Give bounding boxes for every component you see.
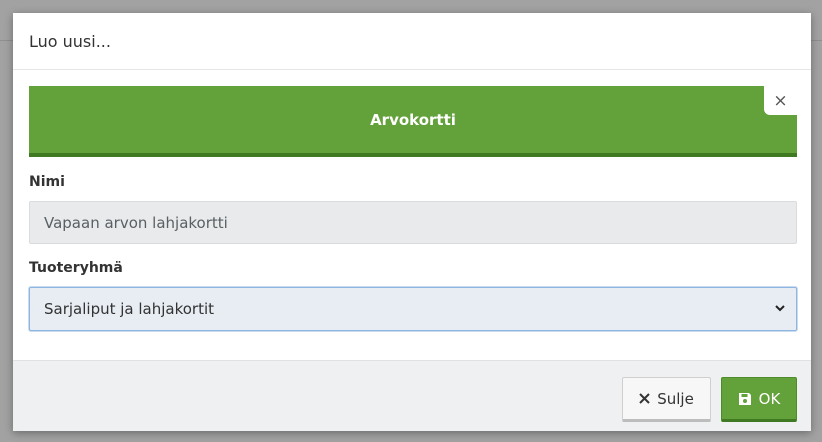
ok-button-label: OK xyxy=(758,389,781,408)
dialog-footer: Sulje OK xyxy=(13,360,811,431)
name-field-value: Vapaan arvon lahjakortti xyxy=(44,213,228,232)
ok-button[interactable]: OK xyxy=(721,377,797,422)
product-card[interactable]: Arvokortti × xyxy=(29,86,797,157)
close-button-label: Sulje xyxy=(657,389,694,408)
save-icon xyxy=(738,392,752,406)
dialog-title: Luo uusi... xyxy=(29,31,111,51)
name-label: Nimi xyxy=(29,174,65,190)
create-dialog: Luo uusi... Arvokortti × Nimi Vapaan arv… xyxy=(13,13,811,431)
product-card-name: Arvokortti xyxy=(370,110,456,129)
product-group-value: Sarjaliput ja lahjakortit xyxy=(44,300,215,318)
product-group-label: Tuoteryhmä xyxy=(29,260,123,276)
product-group-select[interactable]: Sarjaliput ja lahjakortit xyxy=(29,287,797,331)
dialog-body: Arvokortti × Nimi Vapaan arvon lahjakort… xyxy=(13,70,811,360)
chevron-down-icon xyxy=(775,305,785,312)
close-button[interactable]: Sulje xyxy=(622,377,711,422)
dialog-header: Luo uusi... xyxy=(13,13,811,70)
card-close-icon[interactable]: × xyxy=(764,86,797,115)
x-icon xyxy=(639,393,650,404)
name-field[interactable]: Vapaan arvon lahjakortti xyxy=(29,201,797,244)
